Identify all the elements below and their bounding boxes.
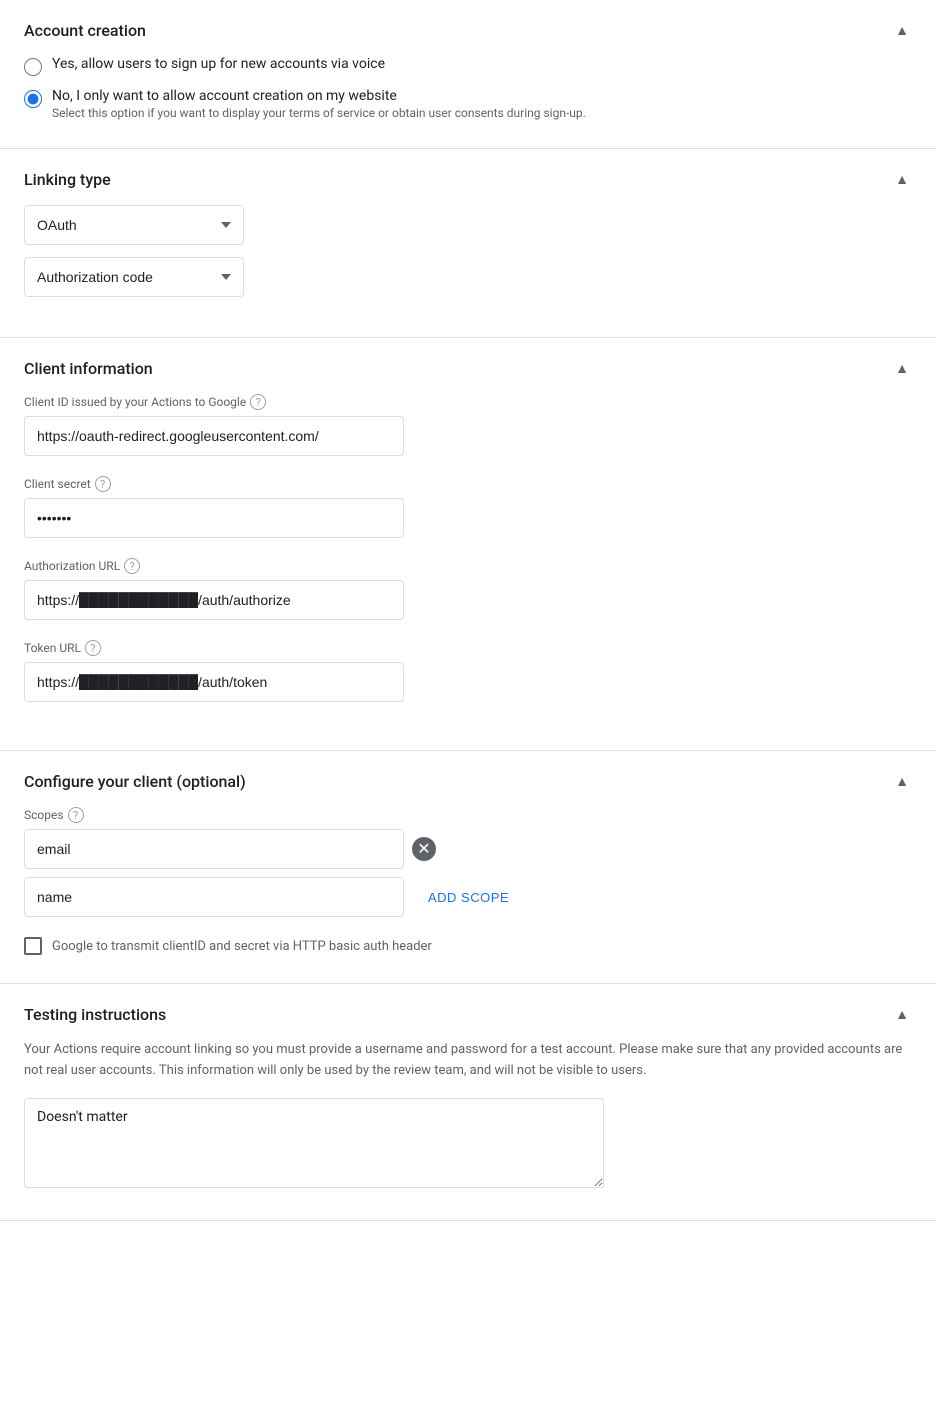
oauth-type-dropdown-container: OAuth OpenID Connect [24, 205, 912, 245]
scope-input-email[interactable] [24, 829, 404, 869]
testing-instructions-header: Testing instructions ▲ [24, 1004, 912, 1024]
auth-url-help-icon[interactable]: ? [124, 558, 140, 574]
account-creation-collapse-icon[interactable]: ▲ [892, 20, 912, 40]
token-url-input[interactable] [24, 662, 404, 702]
radio-website-only-sublabel: Select this option if you want to displa… [52, 106, 586, 120]
linking-type-collapse-icon[interactable]: ▲ [892, 169, 912, 189]
client-secret-help-icon[interactable]: ? [95, 476, 111, 492]
client-information-title: Client information [24, 359, 153, 378]
client-id-label: Client ID issued by your Actions to Goog… [24, 394, 912, 410]
radio-website-only-label: No, I only want to allow account creatio… [52, 88, 586, 104]
configure-client-header: Configure your client (optional) ▲ [24, 771, 912, 791]
client-id-input[interactable] [24, 416, 404, 456]
linking-type-header: Linking type ▲ [24, 169, 912, 189]
basic-auth-checkbox[interactable] [24, 937, 42, 955]
basic-auth-checkbox-label: Google to transmit clientID and secret v… [52, 939, 432, 954]
token-url-group: Token URL ? [24, 640, 912, 702]
client-id-help-icon[interactable]: ? [250, 394, 266, 410]
scopes-help-icon[interactable]: ? [68, 807, 84, 823]
auth-url-group: Authorization URL ? [24, 558, 912, 620]
linking-type-title: Linking type [24, 170, 111, 189]
auth-flow-select[interactable]: Authorization code Implicit [24, 257, 244, 297]
basic-auth-checkbox-row: Google to transmit clientID and secret v… [24, 937, 912, 955]
testing-instructions-textarea[interactable] [24, 1098, 604, 1188]
radio-allow-voice-input[interactable] [24, 58, 42, 76]
remove-icon: ✕ [417, 839, 430, 859]
client-secret-label: Client secret ? [24, 476, 912, 492]
configure-client-title: Configure your client (optional) [24, 772, 246, 791]
auth-url-display [24, 580, 912, 620]
testing-instructions-collapse-icon[interactable]: ▲ [892, 1004, 912, 1024]
scopes-label: Scopes ? [24, 807, 912, 823]
client-information-header: Client information ▲ [24, 358, 912, 378]
account-creation-header: Account creation ▲ [24, 20, 912, 40]
scope-input-name[interactable] [24, 877, 404, 917]
testing-instructions-section: Testing instructions ▲ Your Actions requ… [0, 984, 936, 1221]
client-secret-input[interactable] [24, 498, 404, 538]
oauth-type-select[interactable]: OAuth OpenID Connect [24, 205, 244, 245]
testing-instructions-description: Your Actions require account linking so … [24, 1040, 912, 1082]
client-id-group: Client ID issued by your Actions to Goog… [24, 394, 912, 456]
configure-client-collapse-icon[interactable]: ▲ [892, 771, 912, 791]
client-information-section: Client information ▲ Client ID issued by… [0, 338, 936, 751]
account-creation-title: Account creation [24, 21, 146, 40]
auth-url-input[interactable] [24, 580, 404, 620]
radio-allow-voice-label: Yes, allow users to sign up for new acco… [52, 56, 385, 72]
testing-instructions-title: Testing instructions [24, 1005, 166, 1024]
radio-website-only[interactable]: No, I only want to allow account creatio… [24, 88, 912, 120]
token-url-help-icon[interactable]: ? [85, 640, 101, 656]
client-information-collapse-icon[interactable]: ▲ [892, 358, 912, 378]
remove-scope-email-button[interactable]: ✕ [412, 837, 436, 861]
linking-type-section: Linking type ▲ OAuth OpenID Connect Auth… [0, 149, 936, 338]
configure-client-section: Configure your client (optional) ▲ Scope… [0, 751, 936, 984]
scope-row-name: ADD SCOPE [24, 877, 912, 917]
auth-flow-dropdown-container: Authorization code Implicit [24, 257, 912, 297]
account-creation-radio-group: Yes, allow users to sign up for new acco… [24, 56, 912, 120]
scopes-group: Scopes ? ✕ ADD SCOPE [24, 807, 912, 917]
radio-website-only-input[interactable] [24, 90, 42, 108]
client-secret-group: Client secret ? [24, 476, 912, 538]
account-creation-section: Account creation ▲ Yes, allow users to s… [0, 0, 936, 149]
add-scope-button[interactable]: ADD SCOPE [412, 882, 525, 913]
radio-allow-voice[interactable]: Yes, allow users to sign up for new acco… [24, 56, 912, 76]
token-url-label: Token URL ? [24, 640, 912, 656]
scope-row-email: ✕ [24, 829, 912, 869]
auth-url-label: Authorization URL ? [24, 558, 912, 574]
